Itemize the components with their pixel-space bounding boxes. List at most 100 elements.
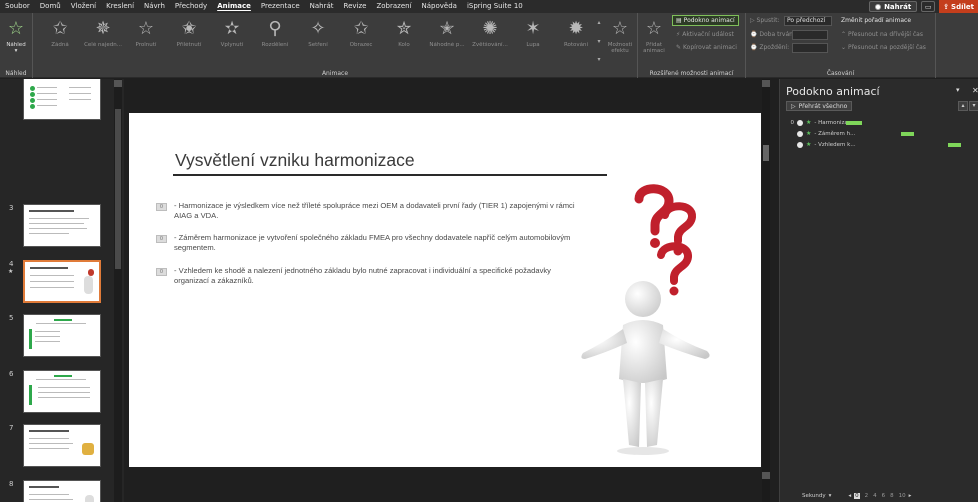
menu-item-6[interactable]: Animace [212,0,256,13]
slide-thumbnail-2[interactable] [23,79,101,120]
animation-timing-bar[interactable] [901,132,914,136]
add-animation-button[interactable]: ☆ Přidat animaci [640,19,668,55]
animation-item[interactable]: ★ - Vzhledem k... [788,140,968,149]
share-button[interactable]: ⇪ Sdílet [939,0,978,13]
move-earlier-button[interactable]: ⌃ Přesunout na dřívější čas [841,31,923,38]
animation-marker-icon: ★ [8,268,14,275]
comments-icon[interactable]: ▭ [921,1,936,12]
trigger-icon: ⚡ [676,31,681,38]
effect-button-8[interactable]: ✮ Kolo [385,19,423,49]
effect-button-10[interactable]: ✺ Zvětšování... [471,19,509,49]
slide-thumbnail-6[interactable] [23,370,101,413]
bullet-item[interactable]: 0 - Záměrem harmonizace je vytvoření spo… [156,233,576,253]
menu-item-2[interactable]: Vložení [66,0,101,13]
menu-item-10[interactable]: Zobrazení [371,0,416,13]
pane-close-icon[interactable]: ✕ [972,86,978,95]
start-select[interactable]: Po předchozí [784,16,832,26]
timeline-right-icon[interactable]: ▸ [909,493,912,499]
slide-thumbnail-3[interactable] [23,204,101,247]
gallery-more-icon[interactable]: ▾ [597,56,600,63]
menu-item-4[interactable]: Návrh [139,0,170,13]
gallery-up-icon[interactable]: ▴ [597,19,600,26]
editor-scrollbar[interactable] [762,79,770,502]
animation-painter-button[interactable]: ✎ Kopírovat animaci [676,44,737,51]
effect-star-icon: ✧ [310,18,326,39]
effect-star-icon: ✹ [568,18,584,39]
effect-star-icon: ✵ [95,18,111,39]
duration-input[interactable] [792,30,828,40]
menu-item-0[interactable]: Soubor [0,0,35,13]
slide-number: 3 [9,204,14,212]
title-rule [173,174,607,176]
share-icon: ⇪ [943,2,950,11]
editor-scroll-thumb[interactable] [763,145,769,161]
timeline-left-icon[interactable]: ◂ [848,493,851,499]
slide-thumbnail-7[interactable] [23,424,101,467]
effect-button-11[interactable]: ✶ Lupa [514,19,552,49]
effect-button-4[interactable]: ✫ Vplynutí [213,19,251,49]
thumbnails-scroll-thumb[interactable] [115,109,121,269]
effect-button-0[interactable]: ✩ Žádná [41,19,79,49]
animation-item[interactable]: 0 ★ - Harmonizac... [788,118,968,127]
effect-label: Celé najedn... [84,42,122,48]
timeline-label[interactable]: Sekundy [802,493,826,499]
effect-label: Náhodné p... [429,42,465,48]
gallery-down-icon[interactable]: ▾ [597,38,600,45]
effect-button-5[interactable]: ⚲ Rozdělení [256,19,294,49]
move-later-button[interactable]: ⌄ Přesunout na pozdější čas [841,44,926,51]
question-figure-image[interactable] [577,183,727,458]
slide-editor: Vysvětlení vzniku harmonizace 0 - Harmon… [124,79,770,502]
timeline-tick: 0 [854,493,860,499]
delay-input[interactable] [792,43,828,53]
thumbnails-scrollbar[interactable] [114,79,122,502]
thumbnails-scroll-up-icon[interactable] [114,80,122,87]
effect-button-2[interactable]: ☆ Prolnutí [127,19,165,49]
effect-star-icon: ✩ [353,18,369,39]
slide-thumbnail-8[interactable] [23,480,101,502]
effect-button-9[interactable]: ✭ Náhodné p... [428,19,466,49]
menu-item-7[interactable]: Prezentace [256,0,305,13]
editor-scroll-down-icon[interactable] [762,472,770,479]
menu-item-3[interactable]: Kreslení [101,0,139,13]
animation-timing-bar[interactable] [845,121,862,125]
effect-button-6[interactable]: ✧ Setření [299,18,337,49]
menu-item-1[interactable]: Domů [35,0,66,13]
record-button[interactable]: Nahrát [869,1,918,12]
slide-thumbnail-4[interactable] [23,260,101,303]
slide-canvas[interactable]: Vysvětlení vzniku harmonizace 0 - Harmon… [129,113,761,467]
move-up-icon[interactable]: ▴ [958,101,968,111]
effect-options-button[interactable]: ☆ Možnosti efektu [605,19,635,55]
menu-item-11[interactable]: Nápověda [417,0,462,13]
animation-timing-bar[interactable] [948,143,961,147]
delay-label: ⌚ Zpoždění: [750,44,790,51]
menu-item-12[interactable]: iSpring Suite 10 [462,0,528,13]
effect-button-3[interactable]: ✬ Přilétnutí [170,19,208,49]
move-down-icon[interactable]: ▾ [969,101,978,111]
effect-label: Obrazec [349,42,373,48]
animation-pane-button[interactable]: ▤ Podokno animací [672,15,739,26]
effect-button-1[interactable]: ✵ Celé najedn... [84,18,122,49]
bullet-item[interactable]: 0 - Vzhledem ke shodě a nalezení jednotn… [156,266,576,286]
timeline-tick: 2 [864,493,869,499]
menu-item-8[interactable]: Nahrát [305,0,339,13]
editor-scroll-up-icon[interactable] [762,80,770,87]
trigger-button[interactable]: ⚡ Aktivační událost [676,31,734,38]
animation-item[interactable]: ★ - Záměrem h... [788,129,968,138]
bullet-item[interactable]: 0 - Harmonizace je výsledkem více než tř… [156,201,576,221]
person-figure [581,281,710,455]
pane-options-icon[interactable]: ▾ [956,86,960,94]
timeline-ticks: 0 2 4 6 8 10 [854,493,906,499]
timeline-dropdown-icon[interactable]: ▾ [829,493,832,499]
menu-item-9[interactable]: Revize [339,0,372,13]
menu-item-5[interactable]: Přechody [170,0,212,13]
slide-title[interactable]: Vysvětlení vzniku harmonizace [175,150,415,171]
preview-button[interactable]: ☆ Náhled ▾ [2,19,30,55]
slide-thumbnail-5[interactable] [23,314,101,357]
gallery-scroll[interactable]: ▴ ▾ ▾ [595,19,603,63]
ribbon: ☆ Náhled ▾ Náhled ✩ Žádná ✵ Celé najedn... ☆… [0,13,978,78]
effect-button-7[interactable]: ✩ Obrazec [342,18,380,49]
play-all-button[interactable]: ▷ Přehrát všechno [786,101,853,111]
preview-dropdown-icon[interactable]: ▾ [2,48,30,54]
start-label: ▷ Spustit: [750,17,780,24]
effect-button-12[interactable]: ✹ Rotování [557,18,595,49]
